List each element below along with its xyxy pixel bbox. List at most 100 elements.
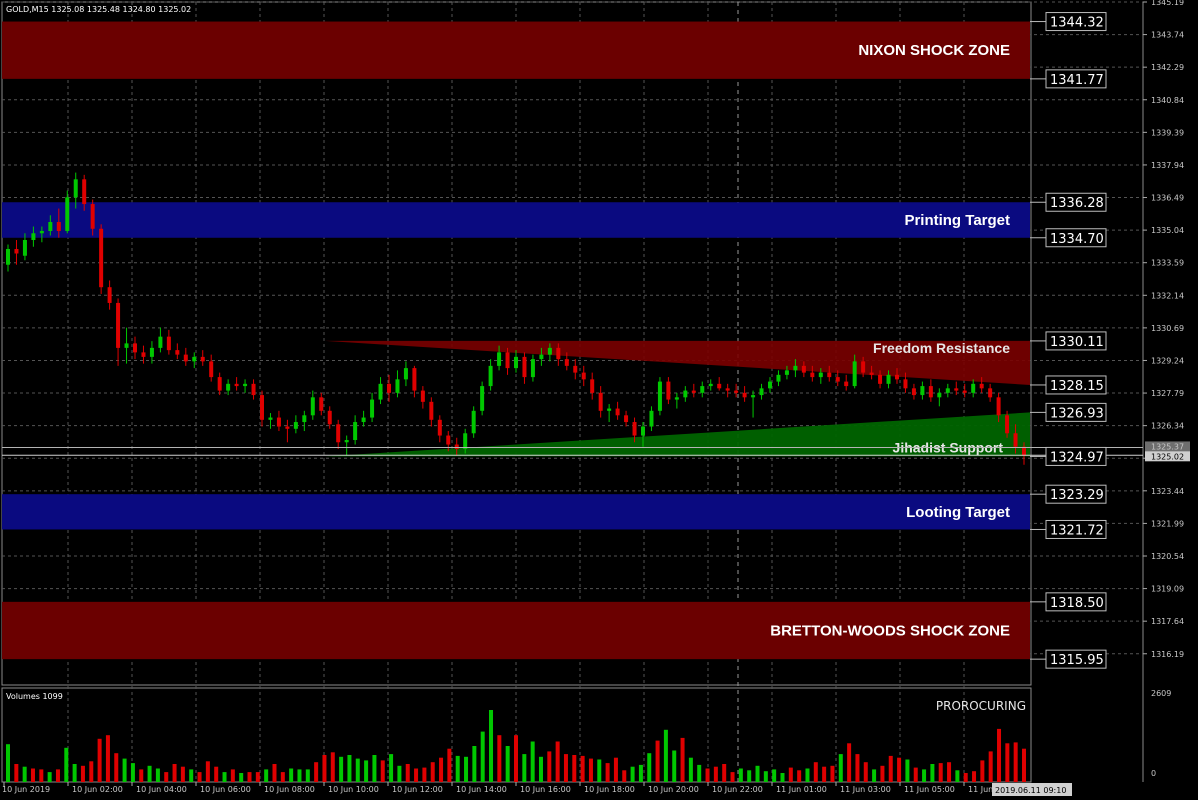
candle-body — [234, 383, 239, 387]
candle-body — [412, 368, 417, 391]
price-tick-label: 1326.34 — [1151, 422, 1184, 431]
volume-bar — [480, 731, 485, 782]
volume-bar — [30, 768, 35, 782]
volume-bar — [830, 765, 835, 782]
time-tick-label: 10 Jun 12:00 — [392, 785, 443, 794]
candle-body — [1022, 446, 1026, 456]
time-tick-label: 10 Jun 14:00 — [456, 785, 507, 794]
candle-body — [22, 240, 27, 256]
volume-bar — [189, 769, 194, 782]
candle-body — [99, 228, 104, 288]
freedom-resistance-label: Freedom Resistance — [873, 340, 1010, 356]
volume-bar — [947, 762, 952, 782]
candle-body — [886, 374, 891, 384]
candle-body — [327, 410, 332, 425]
volume-bar — [597, 759, 602, 782]
volume-bar — [1005, 743, 1010, 782]
volume-bar — [447, 748, 452, 782]
candle-body — [293, 422, 298, 429]
candle-body — [497, 352, 502, 366]
volume-bar — [397, 765, 402, 782]
candle-body — [192, 356, 197, 362]
candle-body — [285, 426, 290, 429]
time-tick-label: 11 Jun 01:00 — [776, 785, 827, 794]
candle-body — [56, 222, 61, 232]
volume-bar — [14, 764, 19, 782]
volume-bar — [339, 756, 344, 782]
indicator-tag: PROROCURING — [936, 699, 1026, 713]
volume-bar — [430, 762, 435, 782]
candle-body — [564, 359, 569, 366]
candle-body — [615, 408, 620, 416]
level-box-label: 1328.15 — [1050, 379, 1104, 394]
volume-bar — [305, 769, 310, 782]
volume-bar — [580, 755, 585, 782]
level-box-label: 1336.28 — [1050, 196, 1104, 211]
candle-body — [480, 386, 485, 411]
candle-body — [65, 197, 70, 232]
ask-price-label: 1325.37 — [1151, 442, 1184, 451]
volume-bar — [239, 773, 244, 782]
time-tick-label: 11 Jun 03:00 — [840, 785, 891, 794]
volume-bar — [672, 750, 677, 782]
volume-bar — [663, 729, 668, 782]
candle-body — [869, 372, 874, 375]
candle-body — [920, 386, 925, 396]
candle-body — [793, 365, 798, 371]
volume-bar — [972, 771, 977, 782]
candle-body — [1013, 433, 1018, 447]
volume-bar — [455, 755, 460, 782]
price-tick-label: 1327.79 — [1151, 389, 1184, 398]
volume-bar — [147, 765, 152, 782]
level-box-label: 1324.97 — [1050, 450, 1104, 465]
candle-body — [818, 372, 823, 378]
volume-bar — [922, 769, 927, 782]
candle-body — [378, 383, 383, 400]
price-tick-label: 1316.19 — [1151, 650, 1184, 659]
volume-bar — [680, 737, 685, 782]
candle-body — [801, 365, 806, 373]
price-tick-label: 1337.94 — [1151, 161, 1184, 170]
volume-bar — [214, 766, 219, 782]
volume-bar — [230, 769, 235, 782]
candle-body — [73, 179, 78, 198]
symbol-info: GOLD,M15 1325.08 1325.48 1324.80 1325.02 — [6, 5, 191, 14]
volume-bar — [622, 770, 627, 782]
candle-body — [928, 386, 933, 398]
volume-bar — [780, 773, 785, 782]
level-box-label: 1344.32 — [1050, 16, 1104, 31]
volume-bar — [372, 755, 377, 782]
candle-body — [844, 381, 849, 387]
candle-body — [607, 408, 612, 411]
volume-bar — [464, 756, 469, 782]
candle-body — [751, 395, 756, 398]
price-tick-label: 1342.29 — [1151, 63, 1184, 72]
zone-target — [2, 202, 1030, 238]
chart-canvas: NIXON SHOCK ZONE Printing Target Looting T… — [0, 0, 1198, 800]
price-tick-label: 1329.24 — [1151, 356, 1184, 365]
volume-bar — [205, 761, 210, 782]
candle-body — [691, 390, 696, 393]
candle-body — [124, 343, 129, 348]
candle-body — [370, 399, 375, 418]
candle-body — [387, 383, 391, 393]
volume-bar — [197, 772, 202, 782]
volume-bar — [797, 770, 802, 782]
volume-bar — [380, 760, 385, 782]
candle-body — [996, 397, 1001, 416]
volume-bar — [522, 754, 527, 782]
candle-body — [31, 233, 36, 241]
volume-max-label: 2609 — [1151, 689, 1171, 698]
time-tick-label: 10 Jun 2019 — [2, 785, 50, 794]
volume-bar — [322, 755, 327, 782]
volume-bar — [788, 767, 793, 782]
volume-bar — [755, 765, 760, 782]
zone-target — [2, 494, 1030, 530]
volume-bar — [472, 746, 477, 782]
candle-body — [6, 248, 10, 265]
volume-bar — [39, 769, 44, 782]
volume-bar — [172, 764, 177, 782]
candle-body — [454, 444, 459, 450]
price-tick-label: 1320.54 — [1151, 552, 1184, 561]
volume-bar — [272, 764, 277, 782]
